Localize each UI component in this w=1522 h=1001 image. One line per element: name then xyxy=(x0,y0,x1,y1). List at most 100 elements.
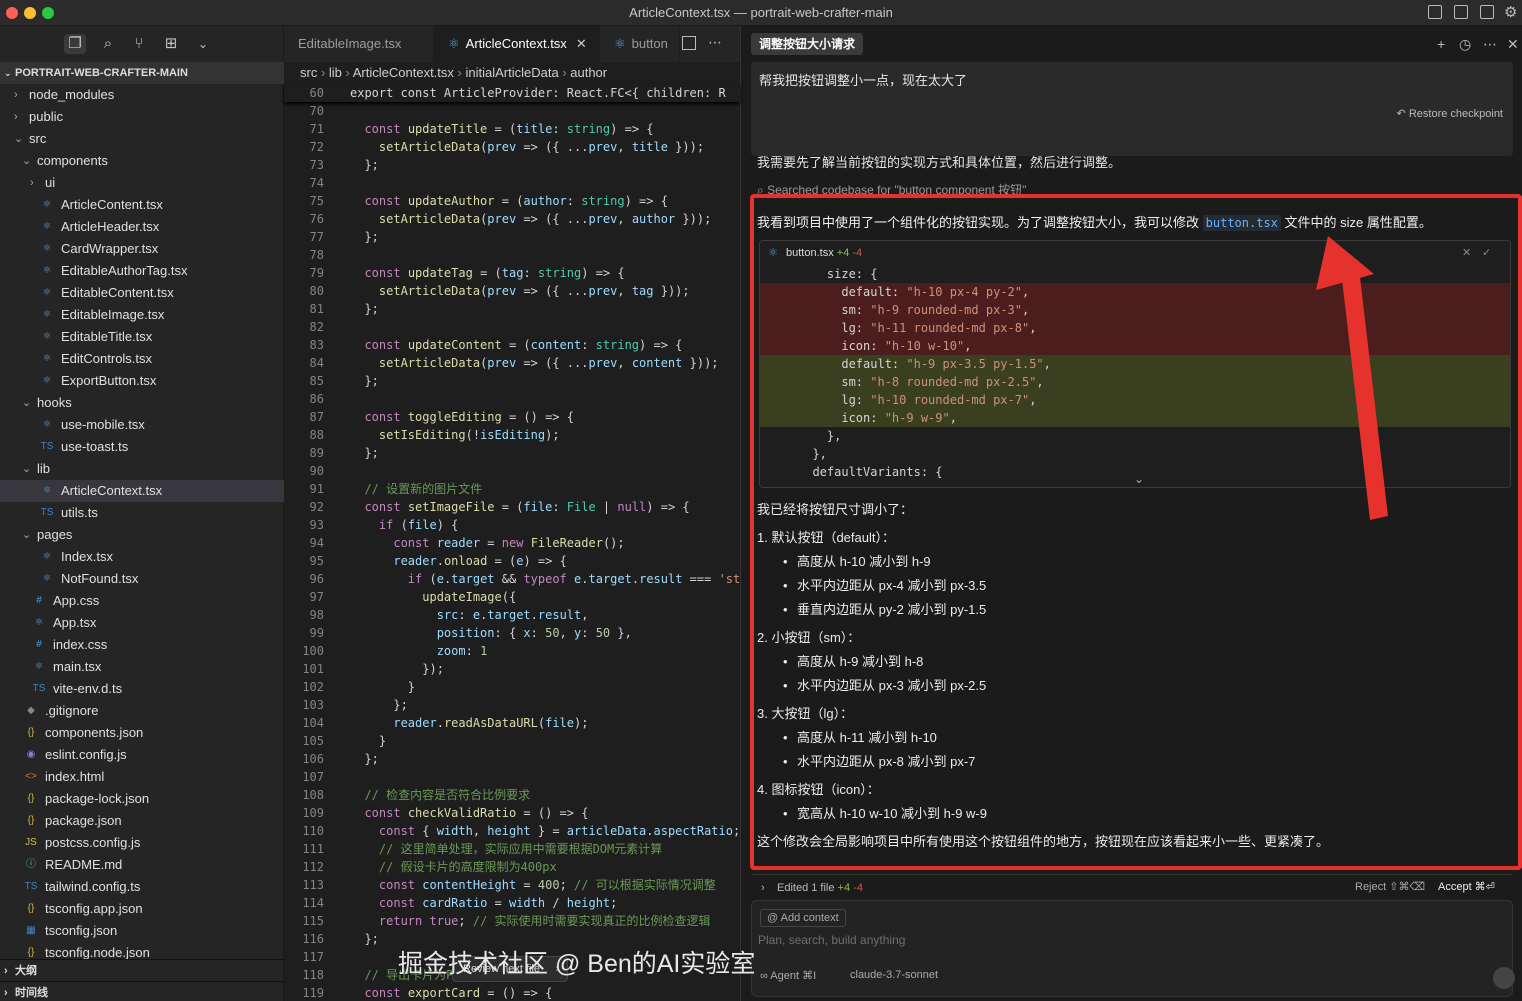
chevron-down-icon[interactable]: ⌄ xyxy=(192,34,214,54)
code-line[interactable]: 87 const toggleEditing = () => { xyxy=(284,408,740,426)
tree-file[interactable]: ⚛ EditableAuthorTag.tsx xyxy=(0,260,284,282)
code-line[interactable]: 109 const checkValidRatio = () => { xyxy=(284,804,740,822)
tree-file[interactable]: ⚛ ArticleContent.tsx xyxy=(0,194,284,216)
tree-file[interactable]: {} package.json xyxy=(0,810,284,832)
tree-file[interactable]: ⚛ ArticleHeader.tsx xyxy=(0,216,284,238)
code-line[interactable]: 112 // 假设卡片的高度限制为400px xyxy=(284,858,740,876)
code-line[interactable]: 80 setArticleData(prev => ({ ...prev, ta… xyxy=(284,282,740,300)
code-line[interactable]: 78 xyxy=(284,246,740,264)
code-line[interactable]: 93 if (file) { xyxy=(284,516,740,534)
sticky-scroll-line[interactable]: 60 export const ArticleProvider: React.FC… xyxy=(284,84,740,102)
accept-button[interactable]: Accept ⌘⏎ xyxy=(1438,874,1495,900)
diff-file-name[interactable]: button.tsx xyxy=(786,247,834,259)
tab-editable-image[interactable]: EditableImage.tsx xyxy=(284,26,434,62)
more-icon[interactable]: ⋯ xyxy=(1483,36,1497,53)
tree-file[interactable]: ▦ tsconfig.json xyxy=(0,920,284,942)
tree-file[interactable]: ⚛ EditableContent.tsx xyxy=(0,282,284,304)
code-line[interactable]: 90 xyxy=(284,462,740,480)
code-line[interactable]: 89 }; xyxy=(284,444,740,462)
code-line[interactable]: 95 reader.onload = (e) => { xyxy=(284,552,740,570)
explorer-project-header[interactable]: ⌄ PORTRAIT-WEB-CRAFTER-MAIN xyxy=(0,62,284,84)
tree-folder[interactable]: › ui xyxy=(0,172,284,194)
code-line[interactable]: 110 const { width, height } = articleDat… xyxy=(284,822,740,840)
searched-codebase-item[interactable]: ⌕ Searched codebase for "button componen… xyxy=(757,181,1026,198)
code-line[interactable]: 105 } xyxy=(284,732,740,750)
extensions-icon[interactable]: ⊞ xyxy=(160,34,182,54)
chat-input-box[interactable]: @ Add context Plan, search, build anythi… xyxy=(751,900,1513,997)
tree-file[interactable]: ⚛ CardWrapper.tsx xyxy=(0,238,284,260)
close-icon[interactable]: ✕ xyxy=(1507,36,1519,53)
code-line[interactable]: 102 } xyxy=(284,678,740,696)
code-line[interactable]: 114 const cardRatio = width / height; xyxy=(284,894,740,912)
tree-file[interactable]: # index.css xyxy=(0,634,284,656)
outline-section[interactable]: › 大纲 xyxy=(0,959,284,981)
code-line[interactable]: 83 const updateContent = (content: strin… xyxy=(284,336,740,354)
agent-mode-selector[interactable]: ∞ Agent ⌘I xyxy=(760,969,816,982)
expand-chevron-icon[interactable]: ⌄ xyxy=(1134,472,1144,486)
tree-file[interactable]: ⓘ README.md xyxy=(0,854,284,876)
breadcrumb-item[interactable]: author xyxy=(570,65,607,80)
code-line[interactable]: 88 setIsEditing(!isEditing); xyxy=(284,426,740,444)
search-icon[interactable]: ⌕ xyxy=(97,34,119,54)
tree-file[interactable]: TS vite-env.d.ts xyxy=(0,678,284,700)
more-actions-icon[interactable]: ⋯ xyxy=(708,34,722,51)
new-chat-icon[interactable]: + xyxy=(1437,36,1445,52)
code-line[interactable]: 113 const contentHeight = 400; // 可以根据实际… xyxy=(284,876,740,894)
model-selector[interactable]: claude-3.7-sonnet xyxy=(850,969,938,981)
code-line[interactable]: 92 const setImageFile = (file: File | nu… xyxy=(284,498,740,516)
user-message[interactable]: 帮我把按钮调整小一点，现在太大了 ↶ Restore checkpoint xyxy=(751,62,1513,156)
code-line[interactable]: 100 zoom: 1 xyxy=(284,642,740,660)
source-control-icon[interactable]: ⑂ xyxy=(128,34,150,54)
tree-file[interactable]: {} tsconfig.app.json xyxy=(0,898,284,920)
add-context-button[interactable]: @ Add context xyxy=(760,909,846,927)
tree-file[interactable]: ⚛ NotFound.tsx xyxy=(0,568,284,590)
close-tab-icon[interactable]: ✕ xyxy=(576,36,587,51)
tree-file[interactable]: ⚛ EditControls.tsx xyxy=(0,348,284,370)
restore-checkpoint-button[interactable]: ↶ Restore checkpoint xyxy=(1397,107,1503,120)
tree-file[interactable]: TS utils.ts xyxy=(0,502,284,524)
code-line[interactable]: 107 xyxy=(284,768,740,786)
timeline-section[interactable]: › 时间线 xyxy=(0,981,284,1001)
tree-file[interactable]: ⚛ Index.tsx xyxy=(0,546,284,568)
code-line[interactable]: 81 }; xyxy=(284,300,740,318)
code-line[interactable]: 76 setArticleData(prev => ({ ...prev, au… xyxy=(284,210,740,228)
explorer-files-icon[interactable]: ❐ xyxy=(64,34,86,54)
chat-input-placeholder[interactable]: Plan, search, build anything xyxy=(758,933,905,947)
tree-file[interactable]: TS tailwind.config.ts xyxy=(0,876,284,898)
toggle-secondary-sidebar-icon[interactable] xyxy=(1480,5,1494,19)
code-line[interactable]: 85 }; xyxy=(284,372,740,390)
breadcrumb-item[interactable]: src xyxy=(300,65,317,80)
tree-file[interactable]: ⚛ App.tsx xyxy=(0,612,284,634)
code-line[interactable]: 104 reader.readAsDataURL(file); xyxy=(284,714,740,732)
tree-file[interactable]: ⚛ EditableTitle.tsx xyxy=(0,326,284,348)
tree-file[interactable]: JS postcss.config.js xyxy=(0,832,284,854)
toggle-sidebar-icon[interactable] xyxy=(1428,5,1442,19)
tree-file[interactable]: # App.css xyxy=(0,590,284,612)
history-icon[interactable]: ◷ xyxy=(1459,36,1471,53)
tree-folder[interactable]: › node_modules xyxy=(0,84,284,106)
send-button[interactable] xyxy=(1493,967,1515,989)
tree-file[interactable]: ⚛ EditableImage.tsx xyxy=(0,304,284,326)
code-line[interactable]: 97 updateImage({ xyxy=(284,588,740,606)
code-line[interactable]: 99 position: { x: 50, y: 50 }, xyxy=(284,624,740,642)
code-line[interactable]: 71 const updateTitle = (title: string) =… xyxy=(284,120,740,138)
code-line[interactable]: 108 // 检查内容是否符合比例要求 xyxy=(284,786,740,804)
tree-folder[interactable]: ⌄ pages xyxy=(0,524,284,546)
code-line[interactable]: 74 xyxy=(284,174,740,192)
file-link[interactable]: button.tsx xyxy=(1202,215,1281,231)
code-line[interactable]: 86 xyxy=(284,390,740,408)
tree-file[interactable]: ⚛ main.tsx xyxy=(0,656,284,678)
tab-button[interactable]: ⚛ button xyxy=(600,26,680,62)
code-line[interactable]: 98 src: e.target.result, xyxy=(284,606,740,624)
code-line[interactable]: 84 setArticleData(prev => ({ ...prev, co… xyxy=(284,354,740,372)
settings-gear-icon[interactable]: ⚙ xyxy=(1504,3,1517,21)
tree-folder[interactable]: ⌄ src xyxy=(0,128,284,150)
code-line[interactable]: 96 if (e.target && typeof e.target.resul… xyxy=(284,570,740,588)
tree-file[interactable]: {} package-lock.json xyxy=(0,788,284,810)
split-editor-icon[interactable] xyxy=(682,36,696,50)
code-line[interactable]: 82 xyxy=(284,318,740,336)
tree-file[interactable]: {} components.json xyxy=(0,722,284,744)
code-line[interactable]: 94 const reader = new FileReader(); xyxy=(284,534,740,552)
code-line[interactable]: 119 const exportCard = () => { xyxy=(284,984,740,1001)
tree-file[interactable]: ◉ eslint.config.js xyxy=(0,744,284,766)
